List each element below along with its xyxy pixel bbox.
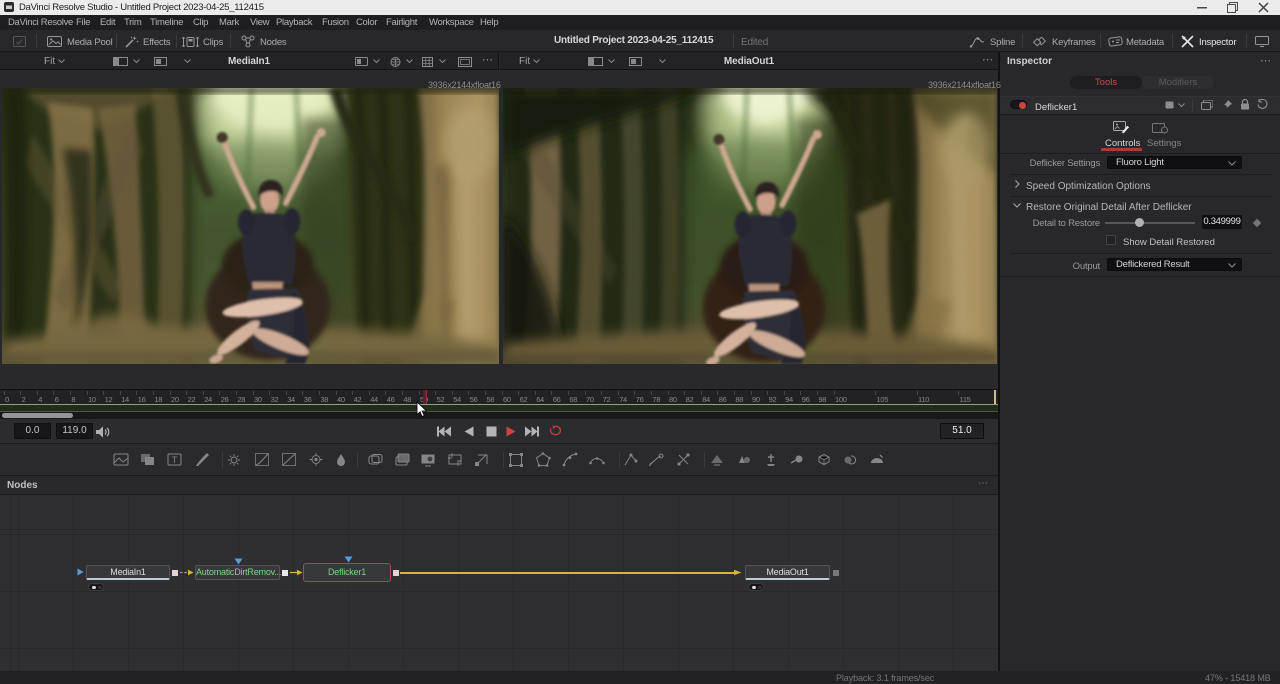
svg-text:T: T [172,455,178,465]
